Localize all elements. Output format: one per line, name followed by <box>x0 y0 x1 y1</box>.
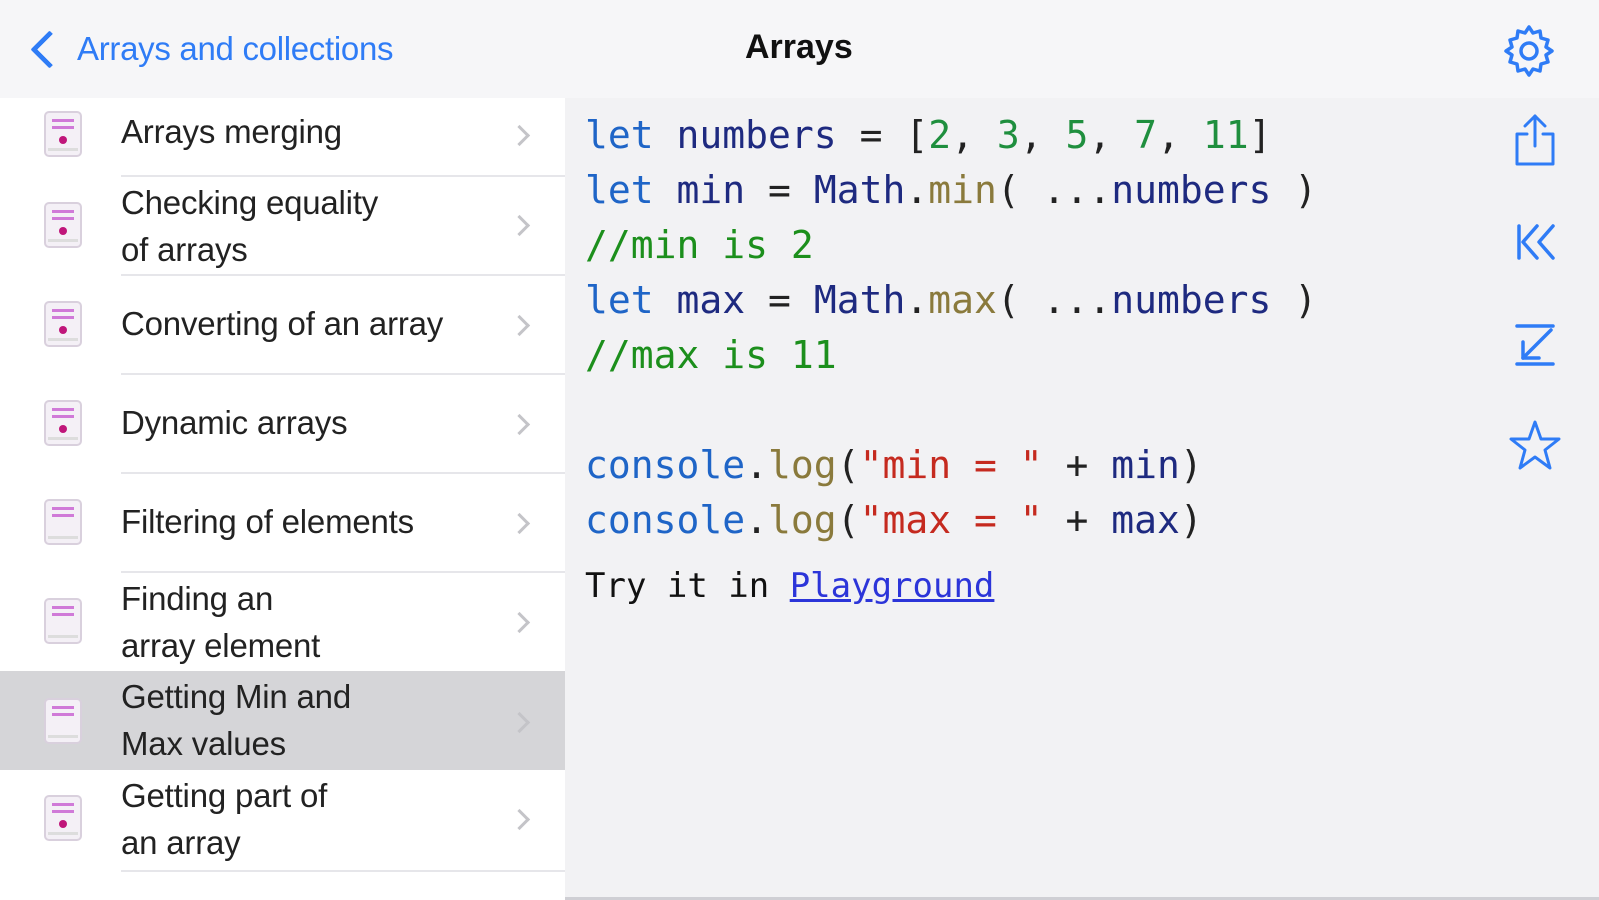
star-icon[interactable] <box>1503 414 1567 478</box>
chevron-left-icon <box>30 29 69 69</box>
list-item[interactable]: Arrays merging <box>0 98 565 174</box>
code-file-icon <box>44 598 82 644</box>
code-line: //max is 11 <box>585 333 837 377</box>
code-file-icon <box>44 795 82 841</box>
chevron-right-icon <box>508 512 531 535</box>
code-block[interactable]: let numbers = [2, 3, 5, 7, 11] let min = … <box>585 108 1317 548</box>
chevron-right-icon <box>508 314 531 337</box>
list-item[interactable]: Getting part of an array <box>0 770 565 868</box>
list-item-selected[interactable]: Getting Min and Max values <box>0 671 565 770</box>
settings-gear-icon[interactable] <box>1500 22 1558 80</box>
code-file-icon <box>44 400 82 446</box>
playground-link[interactable]: Playground <box>790 566 995 606</box>
list-item[interactable]: Converting of an array <box>0 276 565 372</box>
code-file-icon <box>44 111 82 157</box>
navigation-bar: Arrays and collections Arrays <box>0 0 1599 98</box>
list-item[interactable]: Dynamic arrays <box>0 375 565 471</box>
chevron-right-icon <box>508 124 531 147</box>
list-item-label: Finding an array element <box>121 580 321 664</box>
chevron-right-icon <box>508 808 531 831</box>
list-item[interactable]: Finding an array element <box>0 573 565 669</box>
list-item-label: Checking equality of arrays <box>121 184 379 268</box>
topic-list: Arrays merging Checking equality of arra… <box>0 98 565 900</box>
list-item-label: Getting part of an array <box>121 777 328 861</box>
code-line: let min = Math.min( ...numbers ) <box>585 168 1318 212</box>
chevron-right-icon <box>508 711 531 734</box>
list-item-label: Dynamic arrays <box>121 404 348 441</box>
chevron-right-icon <box>508 214 531 237</box>
code-pane: let numbers = [2, 3, 5, 7, 11] let min = … <box>565 98 1495 900</box>
jump-to-start-icon[interactable] <box>1503 210 1567 274</box>
chevron-right-icon <box>508 413 531 436</box>
list-item-label: Arrays merging <box>121 113 342 150</box>
page-title: Arrays <box>745 28 853 66</box>
list-item-label: Converting of an array <box>121 305 444 342</box>
chevron-right-icon <box>508 611 531 634</box>
code-file-icon <box>44 499 82 545</box>
code-file-icon <box>44 698 82 744</box>
back-button-label: Arrays and collections <box>77 30 394 67</box>
code-line: let numbers = [2, 3, 5, 7, 11] <box>585 113 1272 157</box>
code-line: console.log("max = " + max) <box>585 498 1203 542</box>
code-line: //min is 2 <box>585 223 814 267</box>
share-icon[interactable] <box>1503 108 1567 172</box>
list-item-label: Getting Min and Max values <box>121 678 351 762</box>
list-item-label: Filtering of elements <box>121 503 414 540</box>
code-file-icon <box>44 202 82 248</box>
jump-to-end-icon[interactable] <box>1503 312 1567 376</box>
divider <box>121 870 565 872</box>
back-button[interactable]: Arrays and collections <box>26 24 394 74</box>
code-line: console.log("min = " + min) <box>585 443 1203 487</box>
code-line: let max = Math.max( ...numbers ) <box>585 278 1318 322</box>
list-item[interactable]: Filtering of elements <box>0 474 565 570</box>
list-item[interactable]: Checking equality of arrays <box>0 177 565 273</box>
code-file-icon <box>44 301 82 347</box>
try-it-text: Try it in Playground <box>585 566 995 606</box>
right-toolbar <box>1495 98 1599 900</box>
